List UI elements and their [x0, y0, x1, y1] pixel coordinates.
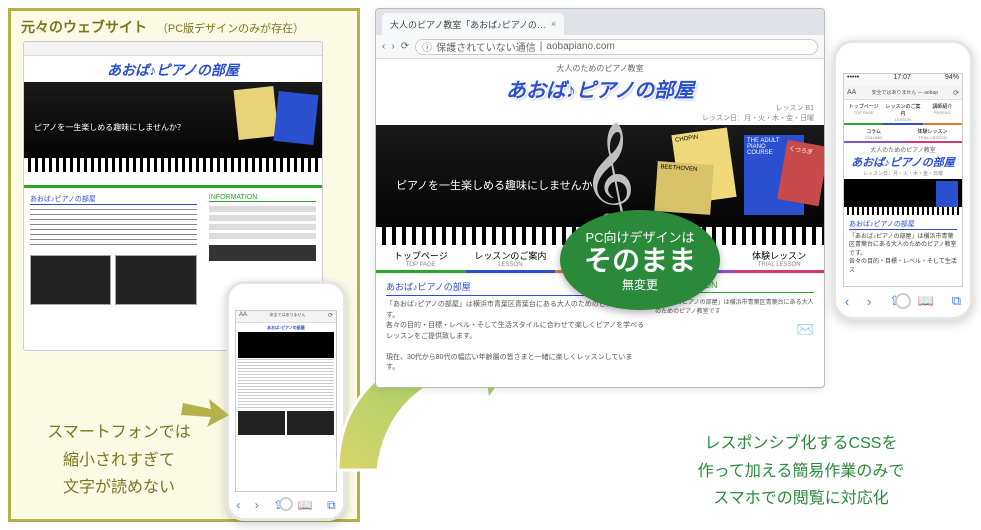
nav-profile[interactable]: 講師紹介PROFILE	[923, 100, 962, 125]
hero-banner	[844, 179, 962, 215]
nav-lesson[interactable]: レッスンのご案内LESSON	[466, 245, 556, 273]
site-logo: あおば♪ピアノの部屋	[376, 74, 824, 103]
body-text-lines	[30, 209, 197, 249]
body-text: 「あおば♪ピアノの部屋」は横浜市青葉区青葉台にある大人のためのピアノ教室です。 …	[849, 233, 957, 275]
before-panel: 元々のウェブサイト （PC版デザインのみが存在） あおば♪ピアノの部屋 ピアノを…	[8, 8, 360, 522]
before-caption-l1: スマートフォンでは	[29, 419, 209, 446]
nav-trial[interactable]: 体験レッスンTRIAL LESSON	[903, 125, 962, 143]
col-right-heading: INFORMATION	[209, 194, 316, 202]
before-caption-l2: 縮小されすぎて	[29, 447, 209, 474]
phone-after-screen: ••••• 17:07 94% AA 安全ではありません — aobap ⟳ ト…	[843, 73, 963, 287]
fwd-icon[interactable]: ›	[391, 41, 394, 52]
addr-warn: 安全ではありません	[270, 312, 306, 321]
phone-statusbar: ••••• 17:07 94%	[844, 74, 962, 86]
badge-l3: 無変更	[622, 276, 658, 293]
site-nav-row1: トップページTOP PAGE レッスンのご案内LESSON 講師紹介PROFIL…	[844, 100, 962, 125]
hero-text: ピアノを一生楽しめる趣味にしませんか？	[34, 122, 185, 133]
tabs-icon[interactable]: ⧉	[952, 293, 961, 309]
book-beethoven: BEETHOVEN	[654, 161, 713, 215]
signal-icon: •••••	[847, 74, 859, 86]
fwd-icon[interactable]: ›	[867, 294, 871, 309]
before-title-sub: （PC版デザインのみが存在）	[157, 23, 304, 35]
security-warning: 保護されていない通信	[436, 39, 536, 54]
before-caption: スマートフォンでは 縮小されすぎて 文字が読めない	[29, 419, 209, 501]
reload-icon[interactable]: ⟳	[401, 41, 409, 52]
home-button[interactable]	[279, 497, 293, 511]
browser-tab[interactable]: 大人のピアノ教室「あおば♪ピアノの… ×	[382, 13, 564, 35]
after-caption-l1: レスポンシブ化するCSSを	[661, 430, 941, 457]
site-logo: あおば♪ピアノの部屋	[844, 154, 962, 170]
time: 17:07	[893, 74, 911, 86]
pc-window-chrome	[24, 42, 322, 56]
browser-toolbar: ‹ › ⟳ ⓘ 保護されていない通信 | aobapiano.com	[376, 35, 824, 59]
after-caption: レスポンシブ化するCSSを 作って加える簡易作業のみで スマホでの閲覧に対応化	[661, 430, 941, 512]
body-content: あおば♪ピアノの部屋 「あおば♪ピアノの部屋」は横浜市青葉区青葉台にある大人のた…	[844, 215, 962, 279]
badge-l2: そのまま	[584, 246, 696, 277]
member-only-badge	[209, 245, 316, 261]
reload-icon[interactable]: ⟳	[953, 89, 959, 97]
phone-after: ••••• 17:07 94% AA 安全ではありません — aobap ⟳ ト…	[833, 40, 973, 320]
before-title-main: 元々のウェブサイト	[21, 19, 147, 35]
unchanged-badge: PC向けデザインは そのまま 無変更	[560, 210, 720, 310]
site-logo: あおば♪ピアノの部屋	[24, 56, 322, 82]
before-caption-l3: 文字が読めない	[29, 474, 209, 501]
site-pretitle: 大人のためのピアノ教室	[376, 59, 824, 74]
site-meta: レッスン日：月・火・木・金・日曜	[844, 170, 962, 177]
nav-lesson[interactable]: レッスンのご案内LESSON	[883, 100, 922, 125]
bookmarks-icon[interactable]: 📖	[298, 498, 313, 512]
bookmarks-icon[interactable]: 📖	[918, 293, 934, 309]
site-meta: レッスン B1レッスン日：月・火・木・金・日曜	[376, 103, 824, 123]
mail-icon[interactable]: ✉️	[655, 321, 814, 338]
tab-title: 大人のピアノ教室「あおば♪ピアノの…	[390, 18, 546, 31]
aa-button[interactable]: AA	[239, 312, 247, 321]
book-piano-course	[273, 91, 318, 145]
badge-l1: PC向けデザインは	[585, 227, 694, 246]
nav-trial[interactable]: 体験レッスンTRIAL LESSON	[734, 245, 824, 273]
body-text: 「あおば♪ピアノの部屋」は横浜市青葉区青葉台にある大人のためのピアノ教室です。 …	[386, 300, 645, 374]
after-caption-l3: スマホでの閲覧に対応化	[661, 485, 941, 512]
close-tab-icon[interactable]: ×	[551, 19, 556, 29]
back-icon[interactable]: ‹	[382, 41, 385, 52]
hero-banner: ピアノを一生楽しめる趣味にしませんか？	[24, 82, 322, 172]
treble-clef-icon: 𝄞	[582, 130, 635, 220]
home-button[interactable]	[895, 293, 911, 309]
hero-text: ピアノを一生楽しめる趣味にしませんか？	[396, 177, 604, 193]
back-icon[interactable]: ‹	[236, 498, 240, 512]
col-left-heading: あおば♪ピアノの部屋	[30, 194, 197, 205]
after-caption-l2: 作って加える簡易作業のみで	[661, 458, 941, 485]
aa-button[interactable]: AA	[847, 89, 856, 96]
hero-books: CHOPIN BEETHOVEN THE ADULTPIANOCOURSE くつ…	[662, 133, 812, 223]
address-bar[interactable]: ⓘ 保護されていない通信 | aobapiano.com	[415, 39, 818, 55]
addr-warn: 安全ではありません — aobap	[871, 89, 938, 96]
tabs-icon[interactable]: ⧉	[327, 498, 336, 513]
book-chopin	[233, 86, 278, 140]
back-icon[interactable]: ‹	[845, 294, 849, 309]
nav-top[interactable]: トップページTOP PAGE	[376, 245, 466, 273]
battery: 94%	[945, 74, 959, 86]
phone-addressbar: AA 安全ではありません — aobap ⟳	[844, 86, 962, 100]
site-pretitle: 大人のためのピアノ教室	[844, 143, 962, 154]
url-text: aobapiano.com	[546, 41, 614, 52]
before-title: 元々のウェブサイト （PC版デザインのみが存在）	[21, 17, 304, 37]
pc-browser-after: 大人のピアノ教室「あおば♪ピアノの… × ‹ › ⟳ ⓘ 保護されていない通信 …	[375, 8, 825, 388]
site-nav-row2: コラムCOLUMN 体験レッスンTRIAL LESSON	[844, 125, 962, 143]
info-icon: ⓘ	[422, 39, 432, 54]
site-nav	[24, 172, 322, 188]
fwd-icon[interactable]: ›	[255, 498, 259, 512]
nav-column[interactable]: コラムCOLUMN	[844, 125, 903, 143]
browser-tabstrip: 大人のピアノ教室「あおば♪ピアノの… ×	[376, 9, 824, 35]
nav-top[interactable]: トップページTOP PAGE	[844, 100, 883, 125]
photo-row	[30, 255, 197, 305]
col-left-heading: あおば♪ピアノの部屋	[849, 219, 957, 230]
hero-books	[226, 88, 316, 148]
book-piano-course	[936, 181, 958, 207]
